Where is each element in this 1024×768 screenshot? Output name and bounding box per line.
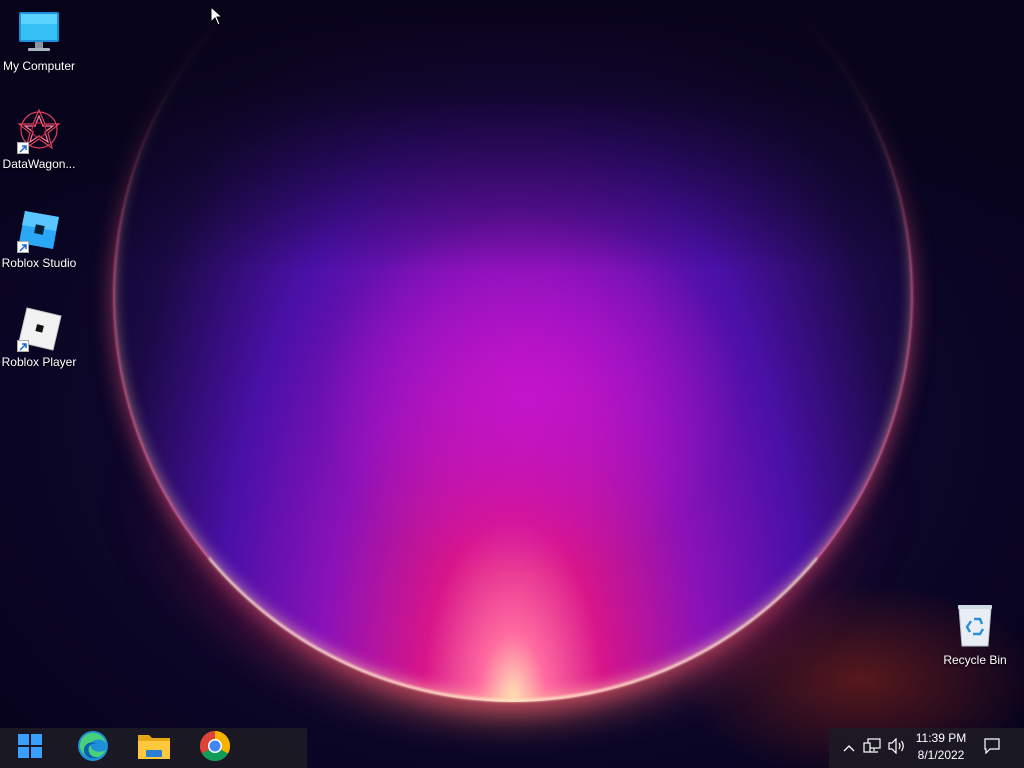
shortcut-arrow-icon (17, 142, 29, 154)
volume-button[interactable] (886, 728, 908, 768)
desktop-icon-label: My Computer (2, 59, 76, 73)
shortcut-arrow-icon (17, 340, 29, 352)
desktop-icon-label: Recycle Bin (943, 653, 1007, 667)
notification-center-button[interactable] (980, 728, 1004, 768)
roblox-studio-icon (15, 205, 63, 253)
chrome-icon (199, 730, 231, 767)
clock-time: 11:39 PM (915, 731, 967, 745)
mouse-cursor-icon (210, 5, 224, 31)
edge-icon (77, 730, 109, 767)
recycle-bin-icon (951, 602, 999, 650)
taskbar-clock[interactable]: 11:39 PM 8/1/2022 (909, 730, 973, 766)
taskbar-chrome-button[interactable] (187, 728, 243, 768)
desktop-icon-label: Roblox Studio (1, 256, 77, 270)
roblox-player-icon (15, 304, 63, 352)
taskbar: 11:39 PM 8/1/2022 (0, 728, 1024, 768)
wallpaper-fade (0, 0, 1024, 360)
notification-icon (984, 737, 1000, 759)
computer-icon (15, 8, 63, 56)
show-hidden-icons-button[interactable] (840, 728, 858, 768)
start-button[interactable] (2, 728, 58, 768)
taskbar-file-explorer-button[interactable] (126, 728, 182, 768)
taskbar-pinned-area (0, 728, 307, 768)
windows-start-icon (17, 733, 43, 764)
volume-icon (888, 737, 906, 759)
network-button[interactable] (862, 728, 882, 768)
desktop-icon-roblox-player[interactable]: Roblox Player (0, 304, 79, 369)
desktop-wallpaper (0, 0, 1024, 768)
desktop-icon-my-computer[interactable]: My Computer (0, 8, 79, 73)
desktop-icon-roblox-studio[interactable]: Roblox Studio (0, 205, 79, 270)
datawagon-icon (15, 106, 63, 154)
chevron-up-icon (843, 739, 855, 757)
network-icon (863, 737, 881, 759)
taskbar-edge-button[interactable] (65, 728, 121, 768)
desktop-icon-datawagon[interactable]: DataWagon... (0, 106, 79, 171)
desktop-icon-recycle-bin[interactable]: Recycle Bin (935, 602, 1015, 667)
clock-date: 8/1/2022 (917, 748, 965, 762)
desktop-icon-label: DataWagon... (2, 157, 76, 171)
desktop-icon-label: Roblox Player (1, 355, 77, 369)
file-explorer-icon (137, 731, 171, 766)
shortcut-arrow-icon (17, 241, 29, 253)
